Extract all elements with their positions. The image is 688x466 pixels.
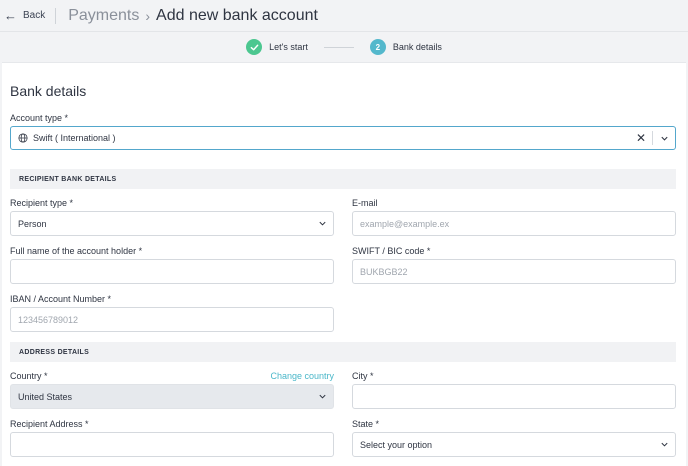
account-type-label: Account type * bbox=[10, 113, 69, 123]
email-placeholder: example@example.ex bbox=[360, 218, 450, 229]
globe-icon bbox=[18, 133, 28, 143]
recipient-type-select[interactable]: Person bbox=[10, 211, 334, 236]
chevron-down-icon[interactable] bbox=[653, 127, 675, 149]
step-lets-start[interactable]: Let's start bbox=[246, 39, 308, 55]
swift-placeholder: BUKBGB22 bbox=[360, 266, 408, 277]
swift-label: SWIFT / BIC code * bbox=[352, 246, 431, 256]
swift-input[interactable]: BUKBGB22 bbox=[352, 259, 676, 284]
form-card: Bank details Account type * Swift ( Inte… bbox=[2, 62, 686, 466]
full-name-label: Full name of the account holder * bbox=[10, 246, 143, 256]
email-input[interactable]: example@example.ex bbox=[352, 211, 676, 236]
iban-input[interactable]: 123456789012 bbox=[10, 307, 334, 332]
chevron-down-icon bbox=[661, 442, 668, 447]
arrow-left-icon: ← bbox=[4, 8, 17, 23]
country-value: United States bbox=[18, 391, 73, 402]
change-country-link[interactable]: Change country bbox=[270, 371, 334, 381]
section-address-details: ADDRESS DETAILS bbox=[10, 342, 676, 362]
state-label: State * bbox=[352, 419, 380, 429]
recipient-address-input[interactable] bbox=[10, 432, 334, 457]
city-label: City * bbox=[352, 371, 374, 381]
state-placeholder: Select your option bbox=[360, 439, 433, 450]
iban-placeholder: 123456789012 bbox=[18, 314, 79, 325]
back-button[interactable]: ← Back bbox=[4, 9, 45, 22]
form-title: Bank details bbox=[10, 83, 87, 99]
recipient-address-label: Recipient Address * bbox=[10, 419, 89, 429]
recipient-type-value: Person bbox=[18, 218, 47, 229]
back-label: Back bbox=[23, 10, 46, 21]
chevron-right-icon: › bbox=[145, 7, 151, 24]
section-recipient-bank-details: RECIPIENT BANK DETAILS bbox=[10, 169, 676, 189]
divider bbox=[55, 7, 57, 24]
stepper: Let's start 2 Bank details bbox=[0, 33, 688, 61]
top-bar: ← Back Payments › Add new bank account bbox=[0, 0, 688, 32]
check-icon bbox=[246, 39, 263, 55]
chevron-down-icon bbox=[319, 394, 326, 399]
step-label: Let's start bbox=[269, 42, 308, 52]
country-select[interactable]: United States bbox=[10, 384, 334, 409]
chevron-down-icon bbox=[319, 221, 326, 226]
step-number: 2 bbox=[369, 39, 386, 55]
step-bank-details[interactable]: 2 Bank details bbox=[369, 39, 442, 55]
email-label: E-mail bbox=[352, 198, 378, 208]
city-input[interactable] bbox=[352, 384, 676, 409]
country-label: Country * bbox=[10, 371, 48, 381]
clear-icon[interactable]: ✕ bbox=[630, 127, 652, 149]
breadcrumb-payments[interactable]: Payments bbox=[68, 7, 139, 25]
account-type-select[interactable]: Swift ( International ) ✕ bbox=[10, 126, 676, 150]
recipient-type-label: Recipient type * bbox=[10, 198, 74, 208]
step-connector bbox=[323, 46, 354, 48]
iban-label: IBAN / Account Number * bbox=[10, 294, 112, 304]
step-label: Bank details bbox=[392, 42, 442, 52]
account-type-value: Swift ( International ) bbox=[33, 133, 116, 143]
page-title: Add new bank account bbox=[156, 6, 318, 24]
full-name-input[interactable] bbox=[10, 259, 334, 284]
state-select[interactable]: Select your option bbox=[352, 432, 676, 457]
